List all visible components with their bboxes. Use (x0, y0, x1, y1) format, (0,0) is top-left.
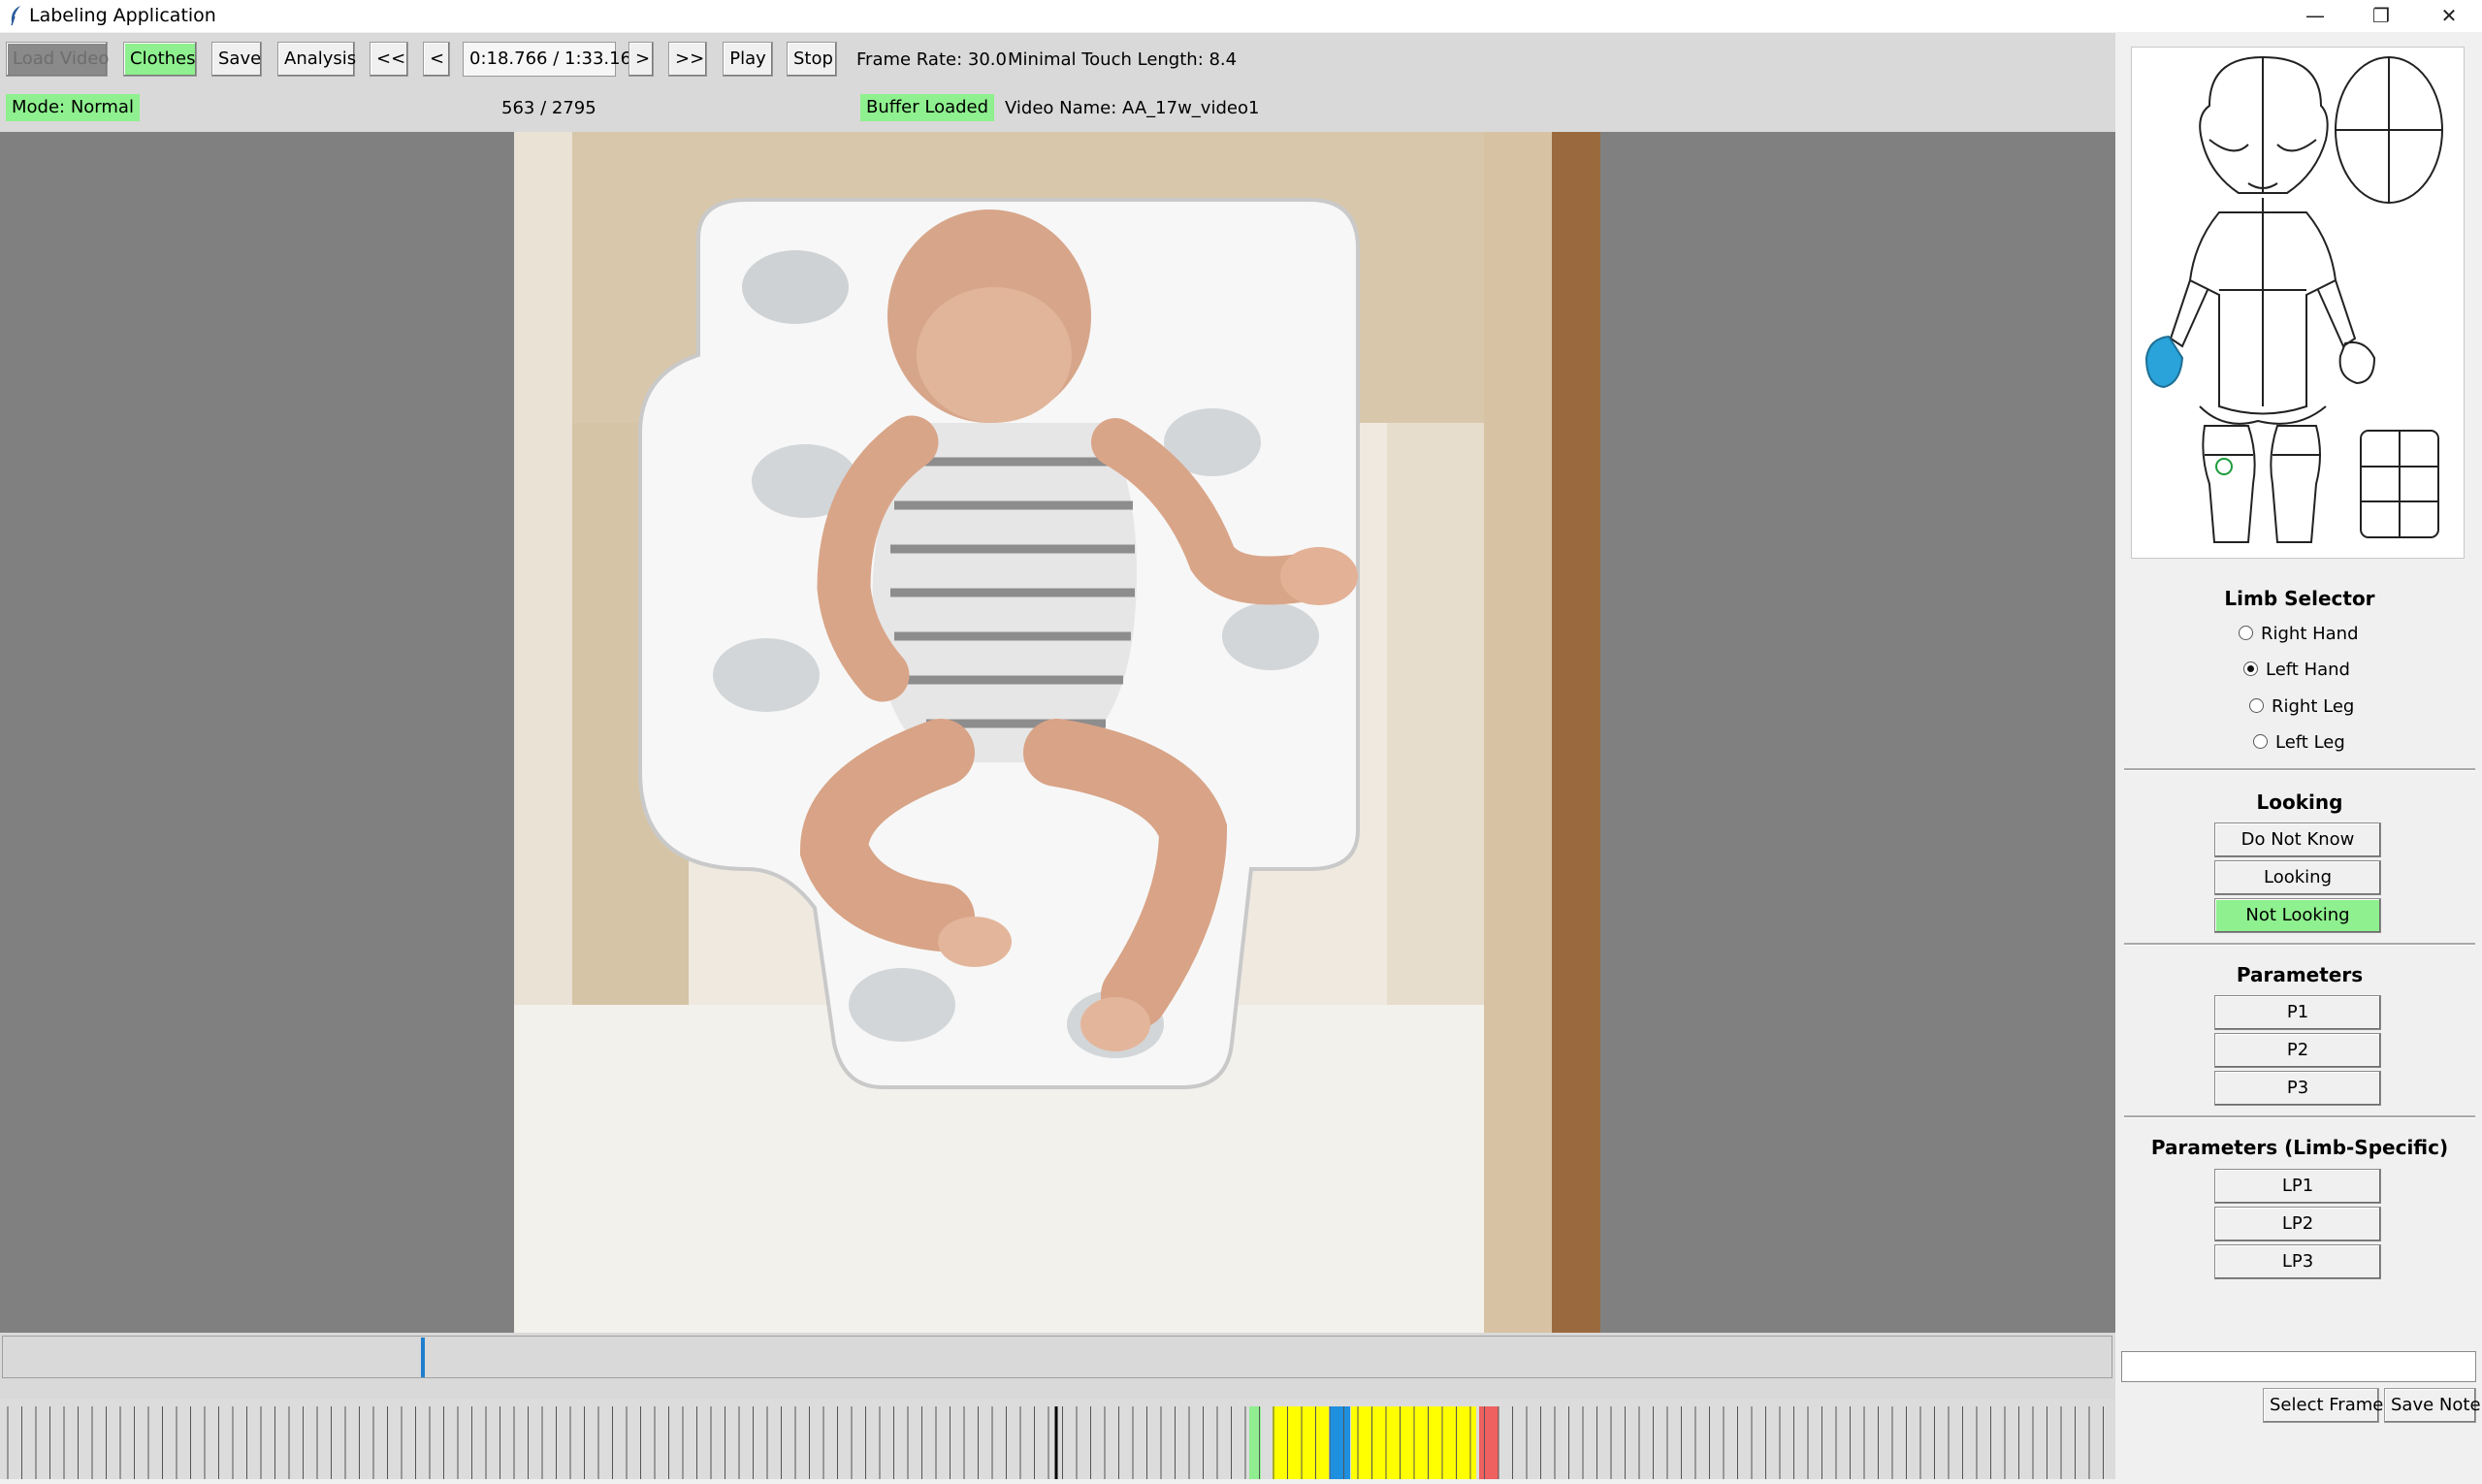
min-touch-length-label: Minimal Touch Length: 8.4 (1008, 49, 1238, 70)
close-icon: ✕ (2440, 4, 2458, 27)
radio-icon (2253, 734, 2268, 749)
frame-counter: 563 / 2795 (501, 98, 596, 118)
radio-right-hand[interactable]: Right Hand (2239, 624, 2359, 645)
frame-rate-label: Frame Rate: 30.0 (856, 49, 1007, 70)
clothes-button[interactable]: Clothes (123, 42, 197, 77)
buffer-status-badge: Buffer Loaded (860, 94, 995, 121)
radio-left-hand[interactable]: Left Hand (2243, 660, 2350, 681)
stop-button[interactable]: Stop (787, 42, 837, 77)
minimize-icon: — (2305, 4, 2325, 27)
timeline-segment (1273, 1406, 1329, 1479)
video-frame[interactable] (514, 132, 1600, 1333)
divider (2124, 943, 2475, 946)
limb-parameters-title: Parameters (Limb-Specific) (2150, 1136, 2449, 1159)
timeline-segment (1330, 1406, 1350, 1479)
forward-fast-button[interactable]: >> (668, 42, 707, 77)
radio-label: Left Leg (2275, 732, 2345, 753)
looking-title: Looking (2256, 790, 2343, 814)
minimize-button[interactable]: — (2281, 0, 2349, 32)
radio-label: Left Hand (2266, 660, 2350, 680)
title-bar: Labeling Application — ❐ ✕ (0, 0, 2482, 32)
lp1-button[interactable]: LP1 (2214, 1169, 2381, 1204)
lp2-button[interactable]: LP2 (2214, 1207, 2381, 1242)
step-forward-button[interactable]: > (629, 42, 654, 77)
radio-icon (2249, 698, 2264, 713)
radio-left-leg[interactable]: Left Leg (2253, 732, 2345, 754)
annotation-timeline[interactable] (0, 1399, 2115, 1479)
play-button[interactable]: Play (723, 42, 773, 77)
restore-icon: ❐ (2372, 4, 2390, 27)
radio-label: Right Hand (2261, 624, 2359, 644)
save-button[interactable]: Save (211, 42, 262, 77)
note-input[interactable] (2121, 1351, 2476, 1382)
divider (2124, 768, 2475, 771)
p1-button[interactable]: P1 (2214, 995, 2381, 1030)
timeline-segment (1479, 1406, 1499, 1479)
window-title: Labeling Application (29, 5, 216, 26)
feather-icon (11, 6, 20, 26)
divider (2124, 1115, 2475, 1118)
limb-selector-title: Limb Selector (2224, 587, 2375, 610)
load-video-button[interactable]: Load Video (6, 42, 109, 77)
time-display: 0:18.766 / 1:33.166 (463, 42, 643, 77)
p2-button[interactable]: P2 (2214, 1033, 2381, 1068)
select-frame-button[interactable]: Select Frame (2263, 1388, 2383, 1423)
save-note-button[interactable]: Save Note (2384, 1388, 2481, 1423)
scrubber-handle[interactable] (421, 1338, 425, 1377)
video-name-label: Video Name: AA_17w_video1 (1005, 98, 1260, 118)
radio-right-leg[interactable]: Right Leg (2249, 696, 2354, 718)
rewind-fast-button[interactable]: << (370, 42, 408, 77)
body-diagram (2144, 55, 2443, 543)
radio-selected-icon (2243, 661, 2258, 676)
analysis-button[interactable]: Analysis (277, 42, 356, 77)
close-button[interactable]: ✕ (2415, 0, 2482, 32)
timeline-ticks (7, 1406, 2104, 1479)
radio-icon (2239, 626, 2253, 640)
frame-scrubber[interactable] (2, 1336, 2112, 1378)
radio-label: Right Leg (2272, 696, 2355, 717)
video-image (514, 132, 1600, 1333)
mode-badge: Mode: Normal (6, 94, 140, 121)
restore-button[interactable]: ❐ (2347, 0, 2415, 32)
lp3-button[interactable]: LP3 (2214, 1244, 2381, 1279)
parameters-title: Parameters (2236, 963, 2364, 986)
looking-button[interactable]: Looking (2214, 860, 2381, 895)
not-looking-button[interactable]: Not Looking (2214, 898, 2381, 933)
p3-button[interactable]: P3 (2214, 1071, 2381, 1106)
body-map[interactable] (2131, 47, 2465, 559)
do-not-know-button[interactable]: Do Not Know (2214, 823, 2381, 857)
step-back-button[interactable]: < (423, 42, 450, 77)
